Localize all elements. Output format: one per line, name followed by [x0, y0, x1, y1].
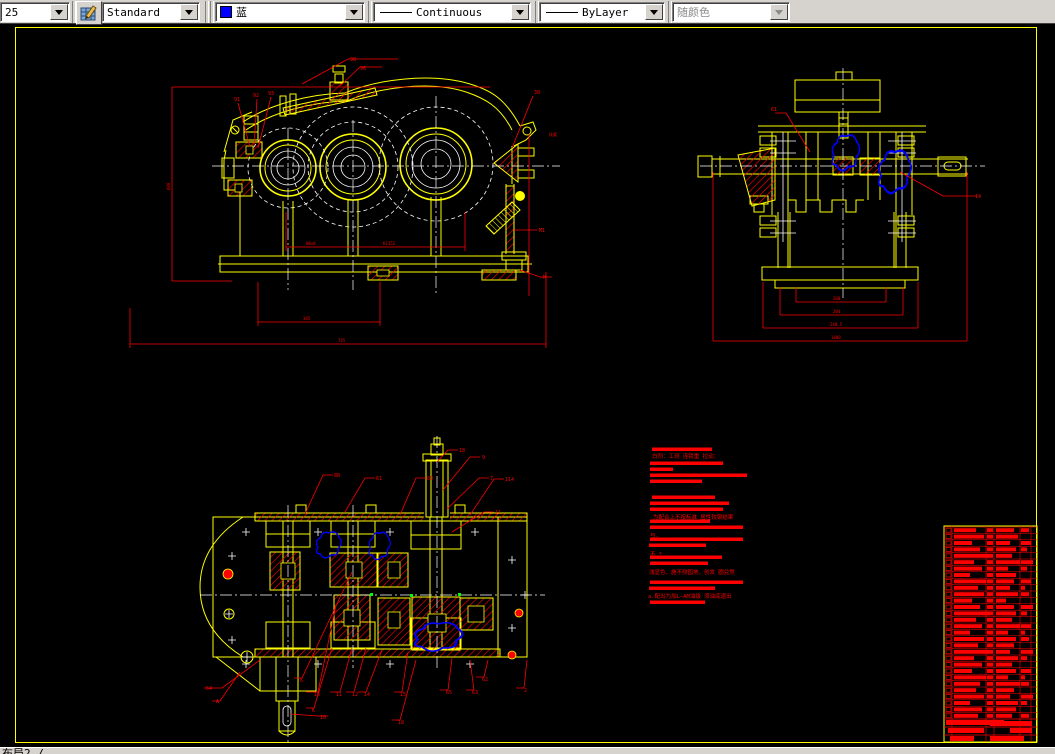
parts-list-table	[943, 525, 1038, 743]
toolbar-separator	[368, 1, 372, 23]
svg-text:725: 725	[338, 338, 346, 343]
svg-text:63: 63	[472, 690, 478, 696]
lineweight-combo[interactable]: ByLayer	[539, 2, 665, 22]
layer-combo-value: 25	[5, 5, 19, 19]
svg-text:A: A	[216, 699, 219, 705]
svg-text:62: 62	[482, 677, 488, 683]
svg-text:680: 680	[166, 182, 171, 190]
svg-text:16: 16	[314, 692, 320, 698]
svg-text:H8x8: H8x8	[306, 241, 316, 246]
chevron-down-icon	[775, 9, 783, 15]
drawing-canvas[interactable]: 白剂：工测 连锁重 拉动：为配合上不按标准 居性较银结果与.不 *浅显色、施不侧…	[0, 24, 1055, 747]
plot-style-combo-value: 随颜色	[677, 6, 710, 19]
svg-text:10: 10	[320, 715, 326, 721]
text-style-combo[interactable]: Standard	[102, 2, 200, 22]
color-combo[interactable]: 蓝	[215, 2, 365, 22]
linetype-combo-arrow[interactable]	[511, 4, 529, 20]
svg-text:M1: M1	[539, 228, 545, 234]
svg-text:2: 2	[524, 688, 527, 694]
svg-text:K1152: K1152	[383, 241, 396, 246]
svg-text:96: 96	[360, 66, 366, 72]
color-combo-value: 蓝	[236, 6, 247, 19]
text-style-combo-arrow[interactable]	[180, 4, 198, 20]
toolbar-separator	[210, 1, 214, 23]
svg-text:技要: 技要	[549, 131, 557, 137]
svg-text:98: 98	[350, 57, 356, 63]
make-object-layer-current-button[interactable]	[76, 1, 102, 25]
svg-text:64: 64	[206, 686, 212, 692]
layer-combo[interactable]: 25	[0, 2, 70, 22]
layer-combo-arrow[interactable]	[50, 4, 68, 20]
svg-text:14: 14	[364, 692, 370, 698]
svg-text:204: 204	[833, 309, 841, 314]
svg-text:65: 65	[446, 690, 452, 696]
layer-table-pencil-icon	[80, 5, 97, 21]
linetype-combo[interactable]: Continuous	[373, 2, 531, 22]
side-view	[697, 68, 985, 342]
svg-text:14: 14	[975, 194, 981, 200]
chevron-down-icon	[516, 9, 524, 15]
chevron-down-icon	[55, 9, 63, 15]
svg-text:7: 7	[490, 476, 493, 482]
svg-text:18: 18	[398, 720, 404, 726]
chevron-down-icon	[185, 9, 193, 15]
lineweight-sample-icon	[546, 11, 578, 13]
layout-tab-bar[interactable]: 布局2 /	[0, 747, 1055, 754]
svg-text:a.配出为加L—AM油级 须油底退出: a.配出为加L—AM油级 须油底退出	[648, 592, 732, 600]
svg-text:89: 89	[427, 476, 433, 482]
svg-text:M: M	[543, 275, 546, 281]
color-swatch-blue	[220, 6, 232, 18]
lineweight-combo-value: ByLayer	[582, 5, 629, 19]
svg-text:12: 12	[352, 692, 358, 698]
linetype-sample-icon	[380, 11, 412, 13]
svg-text:61: 61	[771, 107, 777, 113]
svg-text:30: 30	[534, 90, 540, 96]
chevron-down-icon	[350, 9, 358, 15]
svg-text:白剂：工测 连锁重 拉动：: 白剂：工测 连锁重 拉动：	[652, 452, 719, 460]
svg-text:浅显色、施不侧园地，创发 圆兑然: 浅显色、施不侧园地，创发 圆兑然	[649, 568, 735, 576]
cad-application-window: 25 Standard 蓝 Continuous ByLayer 随颜色 白剂：…	[0, 0, 1055, 754]
plot-style-combo: 随颜色	[672, 2, 790, 22]
svg-text:K: K	[312, 708, 315, 714]
plot-style-combo-arrow	[770, 4, 788, 20]
svg-text:240.5: 240.5	[830, 322, 843, 327]
color-combo-arrow[interactable]	[345, 4, 363, 20]
technical-requirements-notes: 白剂：工测 连锁重 拉动：为配合上不按标准 居性较银结果与.不 *浅显色、施不侧…	[648, 447, 747, 604]
svg-text:93: 93	[268, 91, 274, 97]
toolbar-separator	[205, 1, 209, 23]
svg-text:18: 18	[459, 448, 465, 454]
svg-text:200: 200	[833, 296, 841, 301]
svg-text:11: 11	[495, 510, 501, 516]
svg-text:11: 11	[336, 692, 342, 698]
svg-text:91: 91	[234, 97, 240, 103]
linetype-combo-value: Continuous	[416, 5, 483, 19]
lineweight-combo-arrow[interactable]	[645, 4, 663, 20]
svg-text:61: 61	[376, 476, 382, 482]
svg-text:15: 15	[400, 692, 406, 698]
svg-text:1400: 1400	[831, 335, 841, 340]
text-style-combo-value: Standard	[107, 5, 160, 19]
svg-text:345: 345	[303, 316, 311, 321]
front-view	[129, 58, 560, 348]
svg-text:92: 92	[253, 93, 259, 99]
layout-tab-label[interactable]: 布局2 /	[0, 748, 1055, 754]
plan-section-view	[199, 436, 545, 745]
object-properties-toolbar: 25 Standard 蓝 Continuous ByLayer 随颜色	[0, 0, 1055, 25]
svg-text:88: 88	[334, 473, 340, 479]
svg-text:114: 114	[505, 477, 514, 483]
svg-text:6: 6	[300, 678, 303, 684]
chevron-down-icon	[650, 9, 658, 15]
svg-text:9: 9	[482, 455, 485, 461]
